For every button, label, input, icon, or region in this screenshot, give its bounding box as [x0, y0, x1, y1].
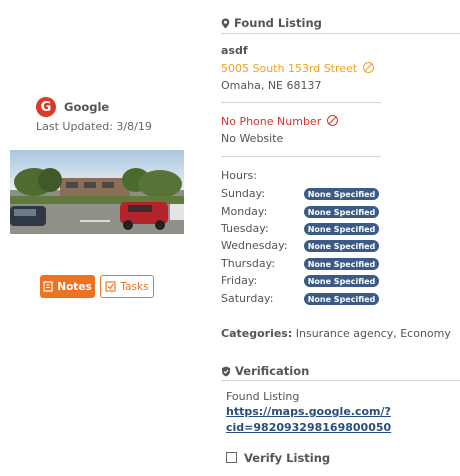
hours-day: Wednesday: [221, 239, 288, 252]
phone-number: No Phone Number [221, 115, 339, 128]
website: No Website [221, 132, 284, 145]
hours-day: Monday: [221, 205, 268, 218]
notes-button-label: Notes [57, 280, 92, 293]
hours-label: Hours: [221, 169, 257, 182]
hours-status-badge: None Specified [304, 188, 379, 200]
hours-status-badge: None Specified [304, 258, 379, 270]
shield-check-icon [222, 366, 230, 376]
hours-day: Sunday: [221, 187, 266, 200]
listing-source-panel: G Google Last Updated: 3/8/19 Notes Task… [0, 0, 195, 476]
hours-status-badge: None Specified [304, 275, 379, 287]
divider [221, 156, 381, 157]
verification-rule [221, 380, 460, 381]
hours-row: Wednesday: None Specified [221, 239, 391, 253]
tasks-button-label: Tasks [120, 280, 149, 293]
categories-label: Categories: [221, 327, 293, 340]
hours-row: Saturday: None Specified [221, 292, 391, 306]
verify-listing-label[interactable]: Verify Listing [244, 451, 330, 465]
verify-listing-checkbox[interactable] [226, 452, 237, 463]
listing-url-link-cont[interactable]: cid=982093298169800050 [226, 421, 391, 434]
hours-day: Friday: [221, 274, 258, 287]
last-updated: Last Updated: 3/8/19 [36, 120, 152, 133]
hours-status-badge: None Specified [304, 206, 379, 218]
phone-number-text: No Phone Number [221, 115, 322, 128]
ban-icon [327, 115, 339, 126]
note-icon [43, 281, 53, 292]
categories: Categories: Insurance agency, Economy [221, 327, 451, 340]
hours-row: Sunday: None Specified [221, 187, 391, 201]
categories-value: Insurance agency, Economy [295, 327, 451, 340]
hours-row: Thursday: None Specified [221, 257, 391, 271]
source-row: G Google [36, 97, 109, 117]
map-marker-icon [221, 18, 230, 28]
hours-day: Tuesday: [221, 222, 269, 235]
street-address-text: 5005 South 153rd Street [221, 62, 358, 75]
hours-status-badge: None Specified [304, 293, 379, 305]
divider [221, 102, 381, 103]
notes-button[interactable]: Notes [40, 275, 95, 298]
hours-status-badge: None Specified [304, 240, 379, 252]
hours-row: Tuesday: None Specified [221, 222, 391, 236]
verification-found-label: Found Listing [226, 390, 300, 403]
verification-title: Verification [235, 364, 310, 378]
checkbox-icon [105, 281, 116, 292]
ban-icon [363, 62, 375, 73]
hours-row: Friday: None Specified [221, 274, 391, 288]
street-address: 5005 South 153rd Street [221, 62, 375, 75]
tasks-button[interactable]: Tasks [100, 275, 154, 298]
street-view-image [10, 150, 184, 234]
google-logo-icon: G [36, 97, 56, 117]
hours-day: Saturday: [221, 292, 274, 305]
found-listing-rule [221, 33, 460, 34]
street-view-photo [10, 150, 184, 234]
hours-day: Thursday: [221, 257, 276, 270]
source-name: Google [64, 100, 110, 114]
hours-row: Monday: None Specified [221, 205, 391, 219]
found-listing-header: Found Listing [221, 16, 322, 30]
hours-status-badge: None Specified [304, 223, 379, 235]
found-listing-title: Found Listing [234, 16, 322, 30]
verification-header: Verification [221, 364, 309, 378]
business-name: asdf [221, 44, 248, 57]
city-state-zip: Omaha, NE 68137 [221, 79, 322, 92]
listing-url-link[interactable]: https://maps.google.com/? [226, 405, 391, 418]
